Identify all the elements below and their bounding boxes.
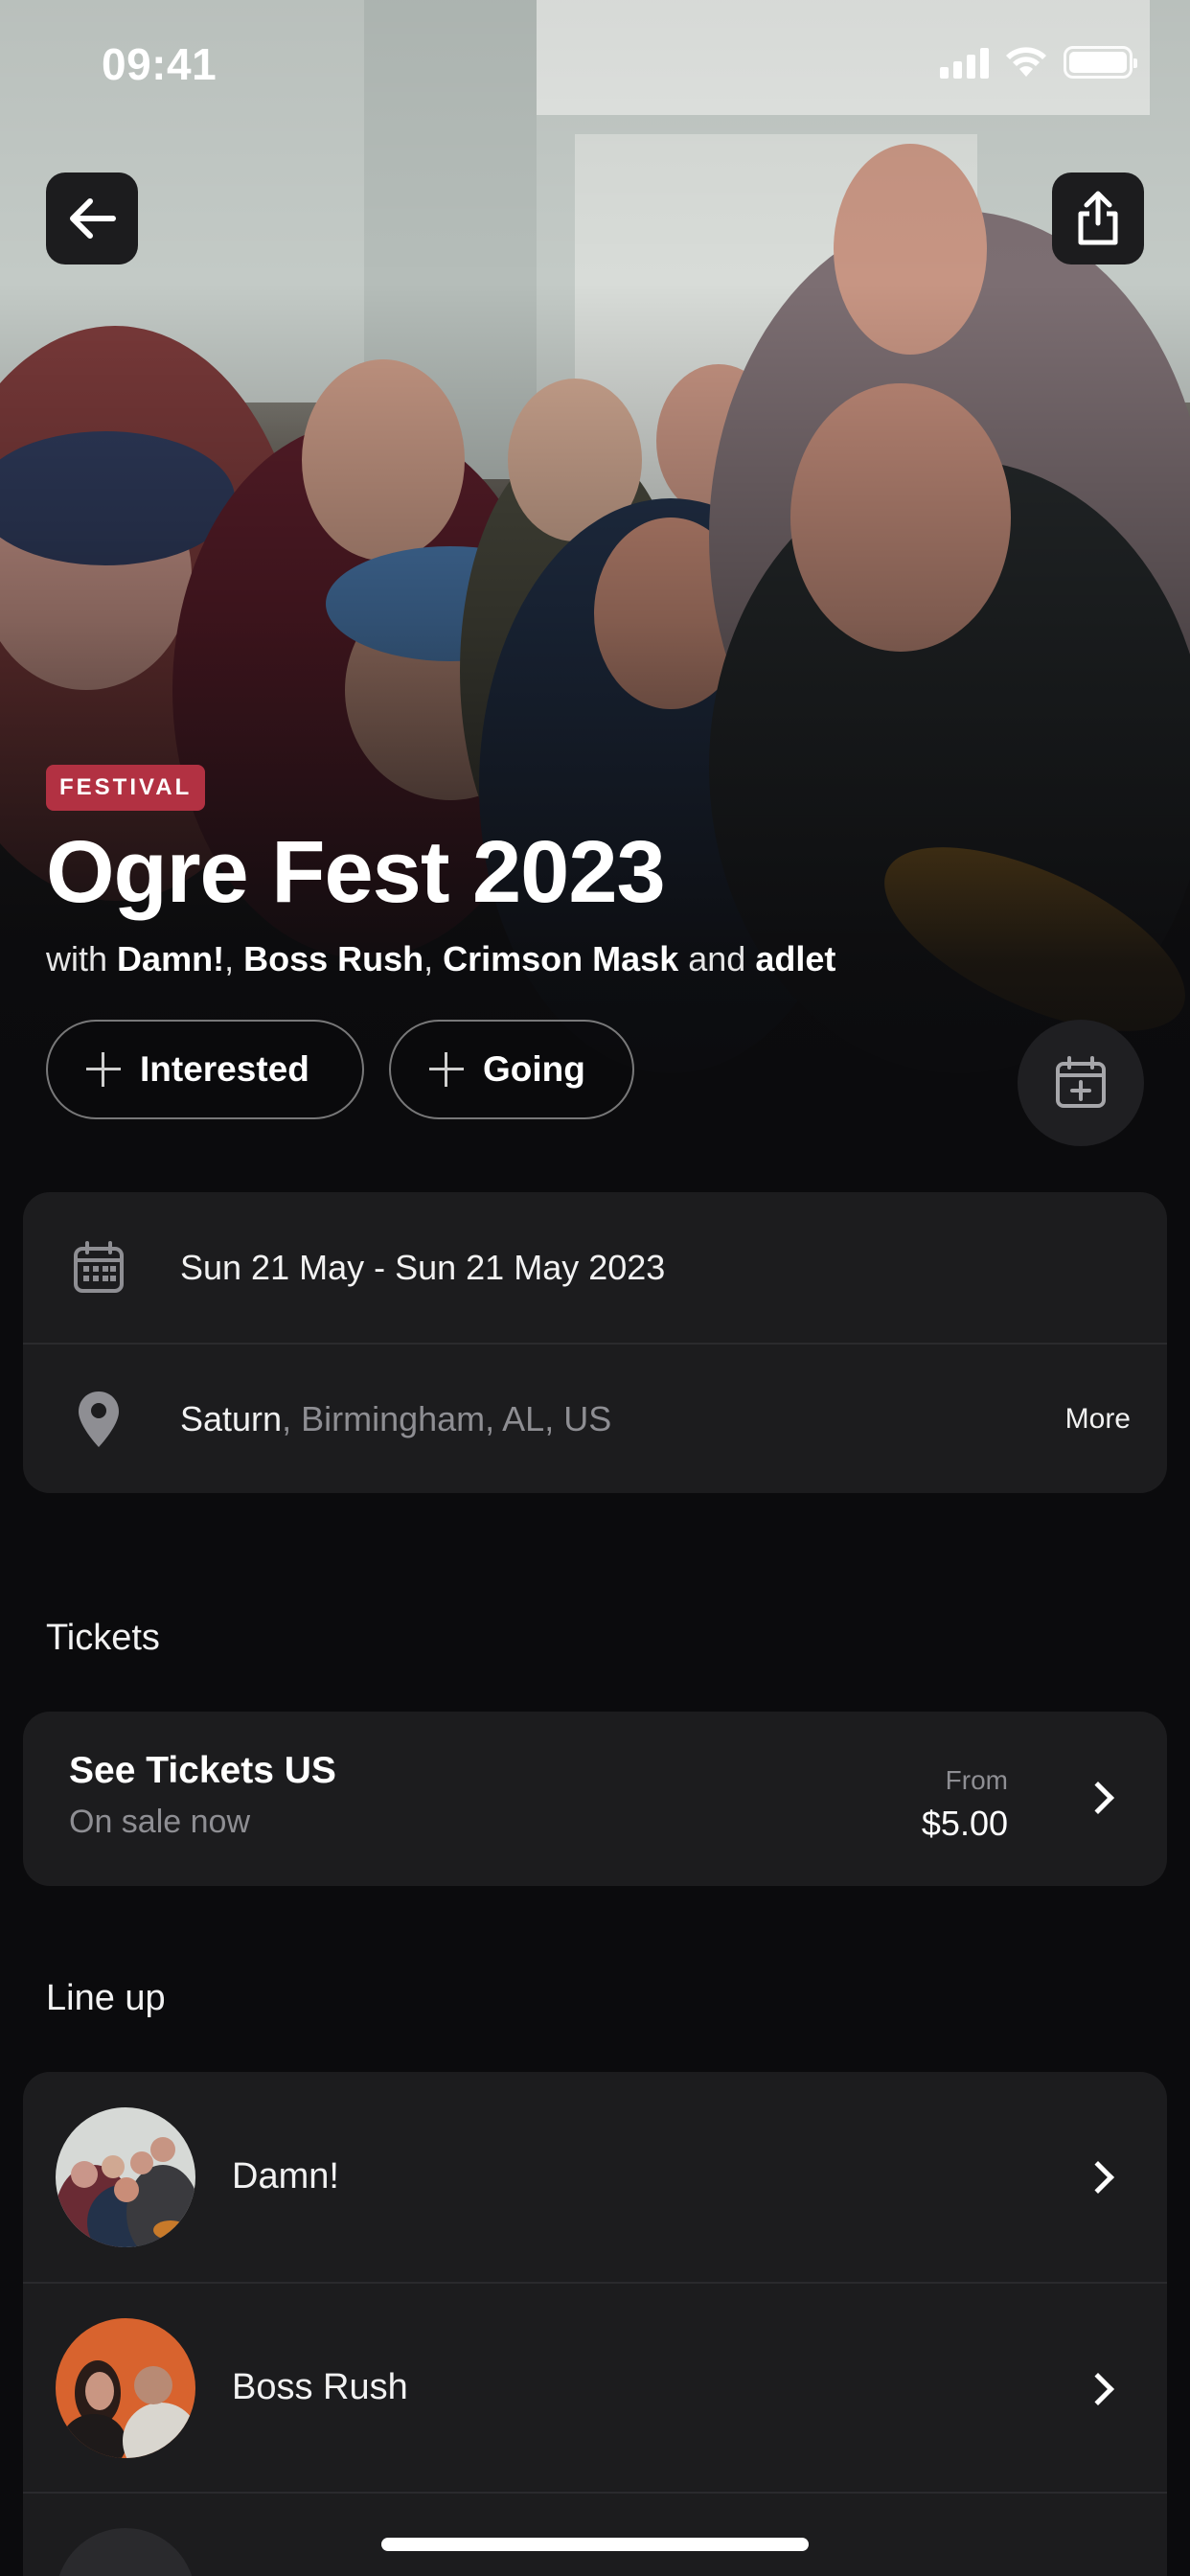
share-button[interactable]: [1052, 172, 1144, 264]
lineup-list: Damn! Boss Rush: [23, 2072, 1167, 2576]
with-prefix: with: [46, 939, 108, 978]
artist-avatar: [56, 2317, 195, 2458]
lineup-section-title: Line up: [46, 1978, 166, 2018]
artist-name: Damn!: [232, 2156, 339, 2196]
event-dates-row[interactable]: Sun 21 May - Sun 21 May 2023: [23, 1192, 1167, 1343]
event-location-row[interactable]: Saturn, Birmingham, AL, US More: [23, 1343, 1167, 1493]
headline-artist-4: adlet: [755, 939, 836, 978]
ticket-status: On sale now: [69, 1804, 250, 1840]
chevron-right-icon: [1082, 1782, 1114, 1814]
going-button[interactable]: Going: [389, 1020, 634, 1119]
going-label: Going: [483, 1049, 585, 1089]
headline-artist-3: Crimson Mask: [443, 939, 679, 978]
share-icon: [1078, 191, 1118, 245]
interested-button[interactable]: Interested: [46, 1020, 364, 1119]
interested-label: Interested: [140, 1049, 309, 1089]
plus-icon: [429, 1052, 464, 1087]
chevron-right-icon: [1082, 2373, 1114, 2405]
home-indicator[interactable]: [381, 2538, 809, 2551]
ticket-from-label: From: [945, 1765, 1008, 1795]
headline-artist-2: Boss Rush: [243, 939, 424, 978]
calendar-add-icon: [1056, 1056, 1106, 1108]
ticket-vendor-name: See Tickets US: [69, 1750, 336, 1791]
venue-name: Saturn: [180, 1398, 283, 1438]
status-time: 09:41: [102, 39, 217, 89]
lineup-item[interactable]: Damn!: [23, 2072, 1167, 2282]
tickets-section-title: Tickets: [46, 1618, 160, 1658]
status-icons: [940, 46, 1137, 79]
event-info-card: Sun 21 May - Sun 21 May 2023 Saturn, Bir…: [23, 1192, 1167, 1493]
lineup-item-partial[interactable]: [23, 2492, 1167, 2576]
event-location: Saturn, Birmingham, AL, US: [180, 1399, 611, 1439]
add-to-calendar-button[interactable]: [1018, 1020, 1144, 1146]
event-artists-line: with Damn!, Boss Rush, Crimson Mask and …: [46, 939, 836, 978]
event-title: Ogre Fest 2023: [46, 823, 666, 921]
artist-avatar: [56, 2106, 195, 2247]
signal-icon: [940, 46, 989, 79]
more-location-link[interactable]: More: [1065, 1403, 1131, 1436]
back-button[interactable]: [46, 172, 138, 264]
headline-artist-1: Damn!: [117, 939, 225, 978]
event-type-badge: FESTIVAL: [46, 765, 206, 811]
with-joiner: and: [688, 939, 746, 978]
calendar-icon: [74, 1240, 124, 1293]
artist-avatar-placeholder: [56, 2527, 195, 2576]
chevron-right-icon: [1082, 2161, 1114, 2194]
wifi-icon: [1006, 47, 1046, 77]
event-dates: Sun 21 May - Sun 21 May 2023: [180, 1247, 666, 1287]
artist-name: Boss Rush: [232, 2367, 408, 2407]
location-pin-icon: [79, 1391, 119, 1447]
ticket-vendor-card[interactable]: See Tickets US On sale now From $5.00: [23, 1712, 1167, 1886]
lineup-item[interactable]: Boss Rush: [23, 2282, 1167, 2492]
venue-city: , Birmingham, AL, US: [282, 1398, 612, 1438]
ticket-price: $5.00: [921, 1804, 1008, 1843]
battery-icon: [1064, 46, 1137, 79]
plus-icon: [86, 1052, 121, 1087]
back-arrow-icon: [70, 198, 116, 239]
